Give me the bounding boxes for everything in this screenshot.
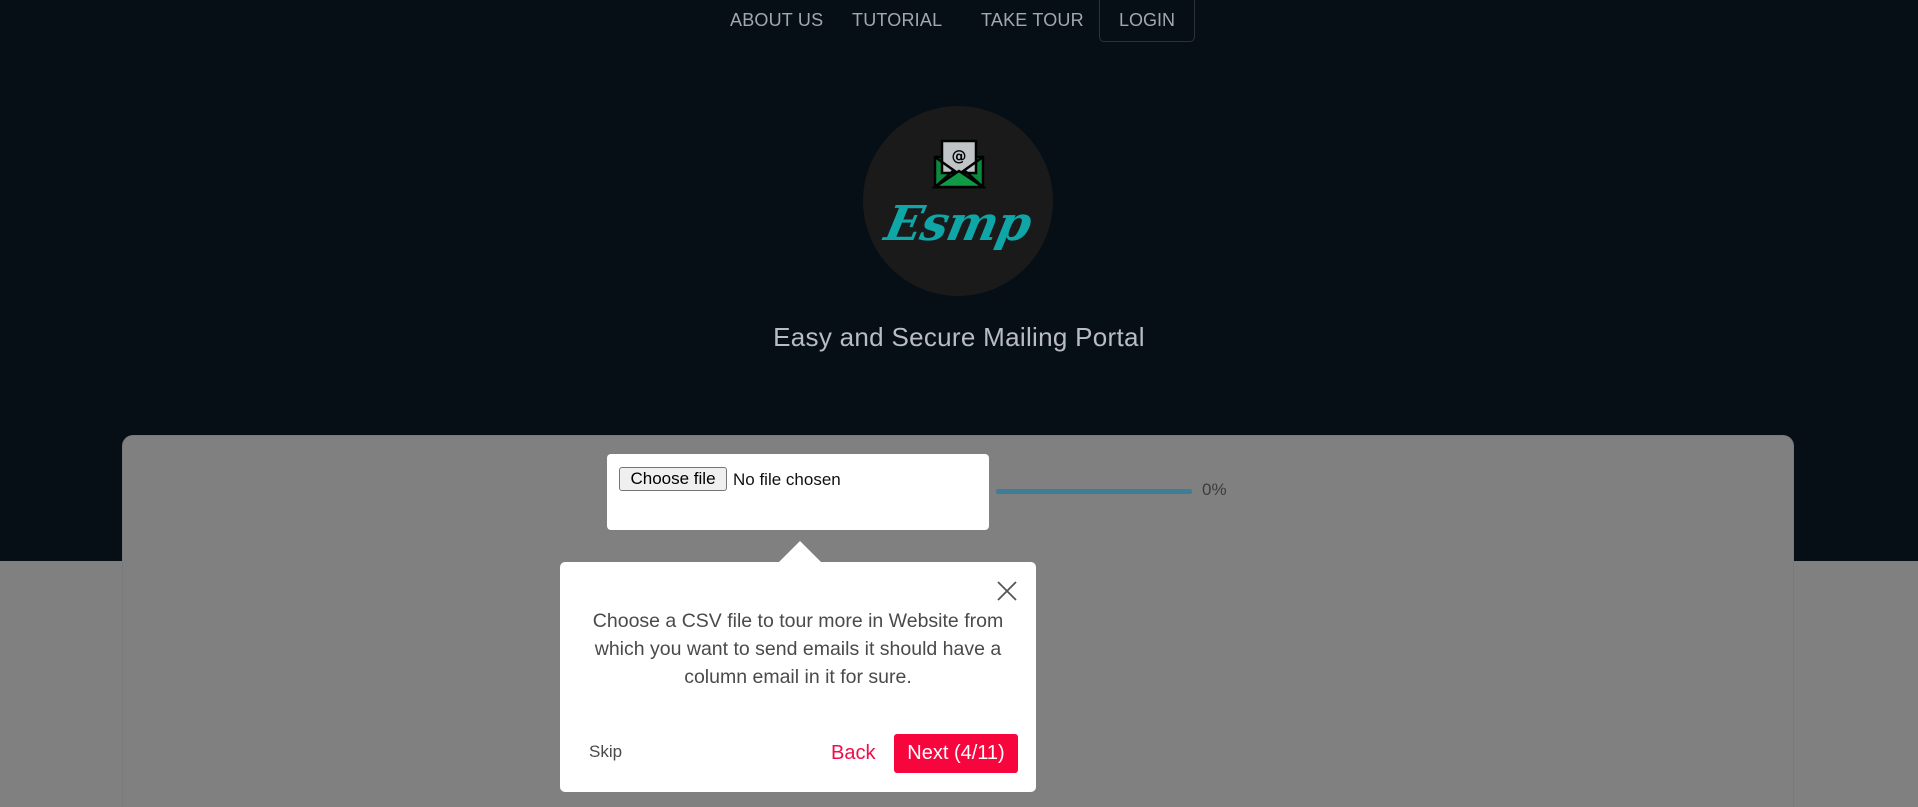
- upload-progress-bar: [996, 489, 1192, 494]
- skip-button[interactable]: Skip: [589, 742, 622, 762]
- envelope-at-icon: @: [932, 139, 986, 189]
- svg-text:@: @: [952, 147, 967, 165]
- nav-about-us[interactable]: ABOUT US: [730, 10, 823, 31]
- close-icon[interactable]: [996, 580, 1018, 602]
- popover-message: Choose a CSV file to tour more in Websit…: [592, 610, 1004, 688]
- top-nav: ABOUT US TUTORIAL TAKE TOUR LOGIN: [0, 0, 1918, 44]
- upload-progress-text: 0%: [1202, 480, 1227, 499]
- next-button[interactable]: Next (4/11): [894, 734, 1018, 773]
- nav-tutorial[interactable]: TUTORIAL: [852, 10, 942, 31]
- tagline: Easy and Secure Mailing Portal: [773, 322, 1145, 352]
- nav-login-button[interactable]: LOGIN: [1099, 0, 1195, 42]
- file-status: No file chosen: [733, 470, 841, 489]
- logo-text: Esmp: [880, 196, 1036, 252]
- nav-take-tour[interactable]: TAKE TOUR: [981, 10, 1084, 31]
- back-button[interactable]: Back: [831, 742, 875, 765]
- tour-popover: Choose a CSV file to tour more in Websit…: [560, 562, 1036, 792]
- popover-arrow: [779, 541, 821, 562]
- choose-file-button[interactable]: Choose file: [619, 467, 727, 491]
- file-upload-box: Choose file No file chosen: [607, 454, 989, 530]
- logo: @ Esmp: [863, 106, 1053, 296]
